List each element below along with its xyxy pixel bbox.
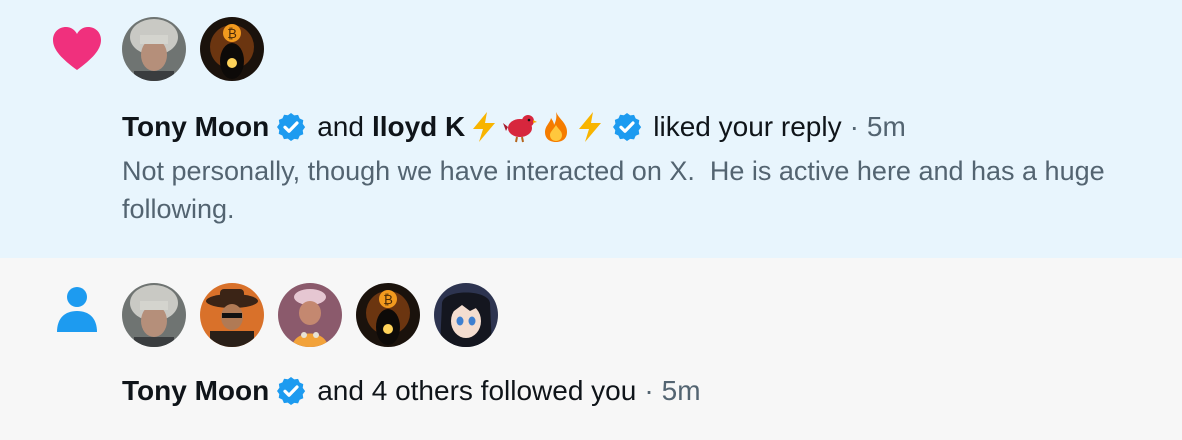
actor-name-lloyd-k[interactable]: lloyd K [372, 109, 465, 145]
like-notification[interactable]: ₿ Tony Moon and lloyd K liked your reply… [0, 0, 1182, 258]
svg-text:₿: ₿ [383, 293, 393, 308]
action-text: and 4 others followed you [317, 375, 637, 406]
follow-summary: Tony Moon and 4 others followed you · 5m [122, 373, 701, 409]
like-summary: Tony Moon and lloyd K liked your reply ·… [122, 109, 906, 145]
actor-name-tony-moon[interactable]: Tony Moon [122, 373, 269, 409]
avatar-follower-cowboy[interactable] [200, 283, 264, 347]
actor-name-tony-moon[interactable]: Tony Moon [122, 109, 269, 145]
avatar-follower-anime[interactable] [434, 283, 498, 347]
reply-snippet[interactable]: Not personally, though we have interacte… [122, 152, 1162, 228]
verified-badge-icon [277, 377, 306, 405]
verified-badge-icon [277, 113, 306, 141]
avatar-tony-moon[interactable] [122, 17, 186, 81]
lightning-emoji-icon [575, 109, 605, 145]
lightning-emoji-icon [469, 109, 499, 145]
follower-avatars: ₿ [122, 283, 498, 347]
avatar-tony-moon[interactable] [122, 283, 186, 347]
timestamp[interactable]: 5m [867, 109, 906, 145]
person-icon [57, 287, 97, 332]
timestamp[interactable]: 5m [662, 373, 701, 409]
separator-dot: · [849, 111, 859, 142]
avatar-follower-pink[interactable] [278, 283, 342, 347]
heart-icon [53, 27, 101, 70]
avatar-lloyd-k[interactable]: ₿ [356, 283, 420, 347]
follow-notification[interactable]: ₿ Tony Moon and 4 others followed you · … [0, 258, 1182, 440]
separator-dot: · [644, 375, 654, 406]
avatar-lloyd-k[interactable]: ₿ [200, 17, 264, 81]
svg-text:₿: ₿ [227, 27, 237, 42]
action-text: liked your reply [653, 111, 842, 142]
connector-text: and [317, 111, 364, 142]
fire-emoji-icon [541, 109, 571, 145]
liker-avatars: ₿ [122, 17, 264, 81]
red-bird-emoji-icon [503, 109, 538, 145]
verified-badge-icon [613, 113, 642, 141]
